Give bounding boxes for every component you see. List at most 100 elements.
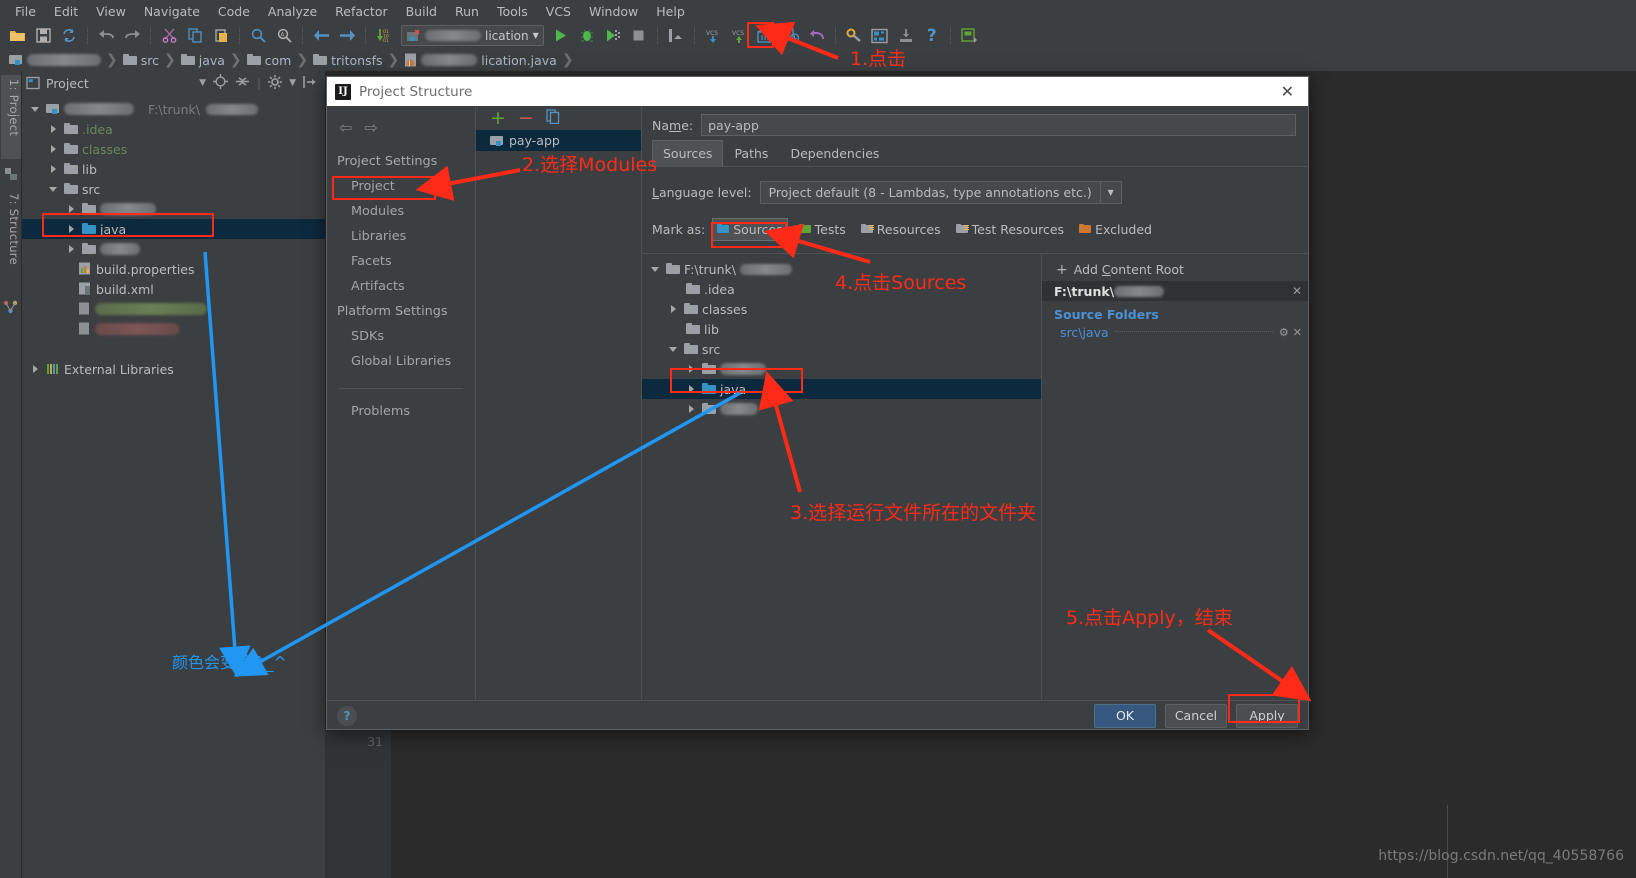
- nav-item-problems[interactable]: Problems: [327, 399, 475, 424]
- menu-item-window[interactable]: Window: [580, 2, 647, 21]
- show-history-icon[interactable]: [752, 24, 778, 47]
- breadcrumb-item-src[interactable]: src: [118, 53, 162, 68]
- menu-item-analyze[interactable]: Analyze: [259, 2, 326, 21]
- chevron-right-icon[interactable]: [686, 363, 698, 375]
- chevron-down-icon[interactable]: [650, 263, 662, 275]
- tree-row-build-xml[interactable]: build.xml: [22, 279, 325, 299]
- mark-as-excluded-button[interactable]: Excluded: [1075, 219, 1156, 240]
- open-folder-icon[interactable]: [4, 24, 30, 47]
- chevron-down-icon[interactable]: [48, 183, 60, 195]
- stop-icon[interactable]: [626, 24, 652, 47]
- tree-row-classes[interactable]: classes: [22, 139, 325, 159]
- apply-button[interactable]: Apply: [1236, 703, 1298, 728]
- chevron-right-icon[interactable]: [686, 403, 698, 415]
- chevron-right-icon[interactable]: [66, 223, 78, 235]
- chevron-down-icon[interactable]: ▼: [199, 78, 206, 88]
- menu-item-navigate[interactable]: Navigate: [135, 2, 209, 21]
- nav-item-libraries[interactable]: Libraries: [327, 224, 475, 249]
- menu-item-code[interactable]: Code: [209, 2, 259, 21]
- redo-icon[interactable]: [119, 24, 145, 47]
- breadcrumb-item-tritonsfs[interactable]: tritonsfs: [308, 53, 385, 68]
- tree-row-redacted-file-1[interactable]: [22, 299, 325, 319]
- forward-arrow-icon[interactable]: ⇨: [364, 118, 377, 137]
- sync-icon[interactable]: [56, 24, 82, 47]
- tree-row-java[interactable]: java: [22, 219, 325, 239]
- rollback-icon[interactable]: [804, 24, 830, 47]
- collapse-all-icon[interactable]: [235, 74, 250, 92]
- chevron-right-icon[interactable]: [668, 303, 680, 315]
- mark-as-test-resources-button[interactable]: Test Resources: [952, 219, 1068, 240]
- module-name-input[interactable]: pay-app: [701, 114, 1296, 136]
- chevron-right-icon[interactable]: [686, 383, 698, 395]
- add-content-root-button[interactable]: + Add Content Root: [1042, 259, 1308, 281]
- remove-content-root-icon[interactable]: ✕: [1292, 284, 1302, 298]
- toggle-tasks-icon[interactable]: [663, 24, 689, 47]
- tree-row-redacted-1[interactable]: [22, 199, 325, 219]
- nav-item-modules[interactable]: Modules: [327, 199, 475, 224]
- gear-icon[interactable]: [268, 74, 283, 92]
- close-icon[interactable]: ✕: [1275, 82, 1300, 101]
- nav-item-global-libraries[interactable]: Global Libraries: [327, 349, 475, 374]
- breadcrumb-item-file[interactable]: J lication.java: [399, 53, 560, 68]
- tree-row-lib[interactable]: lib: [22, 159, 325, 179]
- content-root-row[interactable]: F:\trunk\ ✕: [1042, 281, 1308, 301]
- project-structure-dialog[interactable]: IJ Project Structure ✕ ⇦ ⇨ Project Setti…: [326, 76, 1309, 730]
- chevron-right-icon[interactable]: [30, 363, 42, 375]
- run-coverage-icon[interactable]: [600, 24, 626, 47]
- tab-sources[interactable]: Sources: [652, 140, 724, 166]
- help-icon[interactable]: ?: [919, 24, 945, 47]
- ctree-row-java[interactable]: java: [642, 379, 1041, 399]
- tree-row-redacted-file-2[interactable]: [22, 319, 325, 339]
- menu-item-help[interactable]: Help: [647, 2, 694, 21]
- back-arrow-icon[interactable]: ⇦: [339, 118, 352, 137]
- menu-item-edit[interactable]: Edit: [45, 2, 87, 21]
- source-folder-properties-icon[interactable]: ⚙: [1279, 326, 1289, 339]
- copy-icon[interactable]: [546, 109, 560, 127]
- source-folder-row[interactable]: src\java ⚙ ✕: [1042, 324, 1308, 341]
- tree-row-root[interactable]: F:\trunk\: [22, 99, 325, 119]
- run-icon[interactable]: [548, 24, 574, 47]
- database-icon[interactable]: [956, 24, 982, 47]
- mark-as-tests-button[interactable]: Tests: [795, 219, 850, 240]
- forward-icon[interactable]: [334, 24, 360, 47]
- cut-icon[interactable]: [156, 24, 182, 47]
- chevron-right-icon[interactable]: [48, 123, 60, 135]
- cancel-button[interactable]: Cancel: [1165, 703, 1227, 728]
- breadcrumb-item-module[interactable]: [4, 54, 104, 66]
- ctree-row-redacted-1[interactable]: [642, 359, 1041, 379]
- paste-icon[interactable]: [208, 24, 234, 47]
- menu-item-refactor[interactable]: Refactor: [326, 2, 396, 21]
- breadcrumb-item-java[interactable]: java: [176, 53, 228, 68]
- compare-icon[interactable]: [778, 24, 804, 47]
- remove-icon[interactable]: −: [518, 108, 534, 128]
- menu-item-file[interactable]: File: [6, 2, 45, 21]
- copy-icon[interactable]: [182, 24, 208, 47]
- tree-row-external-libraries[interactable]: External Libraries: [22, 359, 325, 379]
- ctree-row-src[interactable]: src: [642, 339, 1041, 359]
- ctree-row-classes[interactable]: classes: [642, 299, 1041, 319]
- tab-dependencies[interactable]: Dependencies: [779, 140, 890, 166]
- help-button[interactable]: ?: [337, 705, 357, 726]
- run-configuration-selector[interactable]: lication ▼: [401, 25, 544, 46]
- nav-item-sdks[interactable]: SDKs: [327, 324, 475, 349]
- chevron-right-icon[interactable]: [48, 143, 60, 155]
- nav-item-project[interactable]: Project: [327, 174, 475, 199]
- replace-icon[interactable]: A: [271, 24, 297, 47]
- module-item-pay-app[interactable]: pay-app: [476, 130, 641, 151]
- chevron-down-icon[interactable]: ▼: [1099, 182, 1121, 203]
- tree-row-src[interactable]: src: [22, 179, 325, 199]
- vcs-update-icon[interactable]: VCS: [700, 24, 726, 47]
- language-level-select[interactable]: Project default (8 - Lambdas, type annot…: [759, 181, 1122, 204]
- chevron-right-icon[interactable]: [66, 203, 78, 215]
- tree-row-idea[interactable]: .idea: [22, 119, 325, 139]
- locate-icon[interactable]: [213, 74, 229, 92]
- project-tree[interactable]: F:\trunk\ .idea classes lib src java bui…: [22, 96, 325, 379]
- chevron-down-icon[interactable]: [668, 343, 680, 355]
- content-root-tree[interactable]: F:\trunk\ .idea classes lib src java: [642, 254, 1042, 700]
- sidebar-item-structure[interactable]: 7: Structure: [1, 189, 21, 291]
- chevron-down-icon[interactable]: ▼: [533, 31, 539, 40]
- hide-icon[interactable]: [303, 75, 317, 92]
- ctree-row-lib[interactable]: lib: [642, 319, 1041, 339]
- breadcrumb-item-com[interactable]: com: [242, 53, 295, 68]
- undo-icon[interactable]: [93, 24, 119, 47]
